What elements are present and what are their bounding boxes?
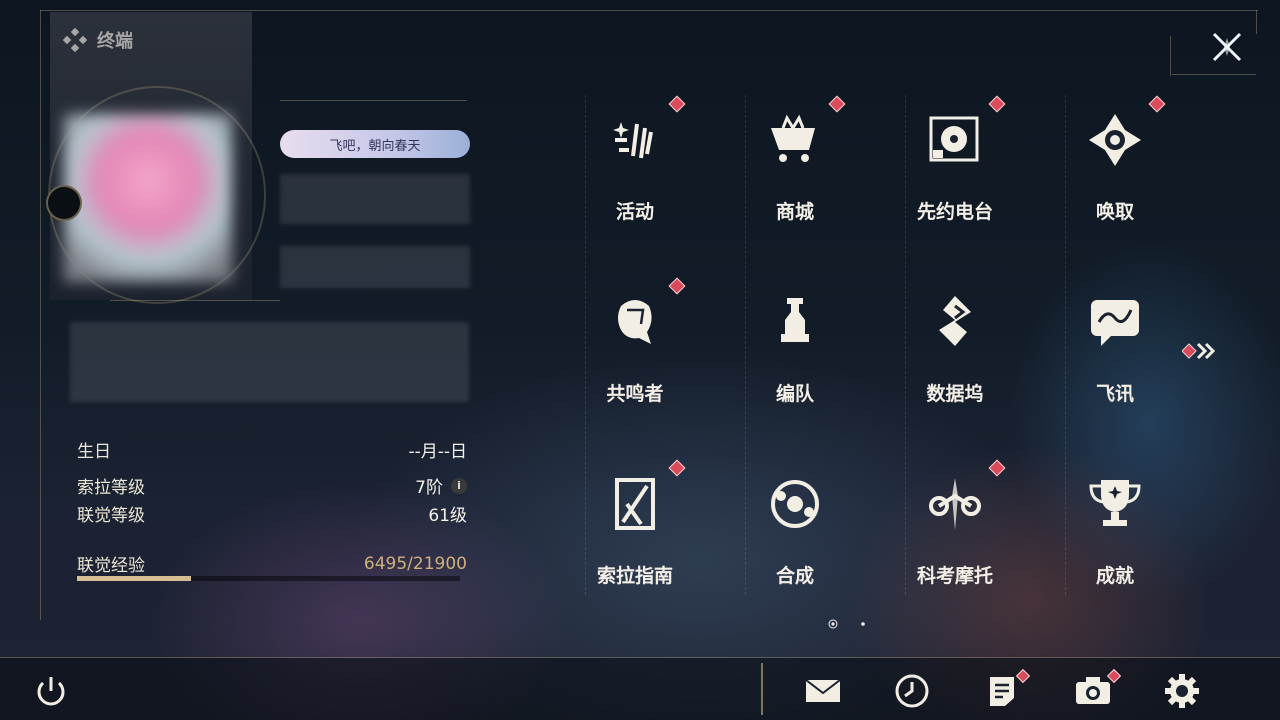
clock-icon <box>895 674 929 708</box>
menu-item-activity[interactable]: 活动 <box>555 94 715 254</box>
menu-item-label: 唤取 <box>1095 201 1134 223</box>
clock-button[interactable] <box>893 672 931 710</box>
notification-badge <box>668 95 686 113</box>
mail-icon <box>805 679 841 702</box>
menu-item-message[interactable]: 飞讯 <box>1035 276 1195 436</box>
uid-blurred <box>280 246 470 288</box>
power-button[interactable] <box>32 672 70 710</box>
menu-item-label: 成就 <box>1095 565 1134 587</box>
menu-item-motorbike[interactable]: 科考摩托 <box>875 458 1035 618</box>
avatar[interactable] <box>64 114 232 282</box>
activity-icon <box>613 122 653 159</box>
guidebook-icon <box>615 478 655 530</box>
menu-item-label: 飞讯 <box>1095 383 1134 405</box>
menu-item-convene[interactable]: 唤取 <box>1035 94 1195 254</box>
trophy-icon <box>1089 480 1141 526</box>
exp-label: 联觉经验 <box>77 556 145 576</box>
exp-value: 6495/21900 <box>363 553 467 574</box>
stat-value: 61级 <box>428 506 467 526</box>
stat-label: 生日 <box>77 442 111 462</box>
menu-item-guidebook[interactable]: 索拉指南 <box>555 458 715 618</box>
notification-badge <box>988 459 1006 477</box>
motorbike-icon <box>929 478 981 530</box>
menu-item-synthesis[interactable]: 合成 <box>715 458 875 618</box>
stat-sol-rank: 索拉等级 7阶 i <box>77 473 467 498</box>
next-page-button[interactable] <box>1181 340 1222 362</box>
notification-badge <box>668 459 686 477</box>
settings-button[interactable] <box>1163 672 1201 710</box>
menu-item-label: 数据坞 <box>926 383 984 405</box>
menu-item-label: 先约电台 <box>916 201 993 223</box>
notification-badge <box>988 95 1006 113</box>
menu-item-label: 合成 <box>775 565 814 587</box>
close-x-icon <box>1212 32 1242 62</box>
notes-button[interactable] <box>983 668 1031 710</box>
power-icon <box>37 677 65 706</box>
stat-union-level: 联觉等级 61级 <box>77 501 467 526</box>
menu-item-label: 索拉指南 <box>596 565 673 587</box>
stat-value: 7阶 <box>415 478 443 498</box>
signature-blurred[interactable] <box>70 322 469 402</box>
page-indicator-1[interactable] <box>828 614 838 633</box>
settings-gear-icon <box>1165 674 1199 708</box>
exp-progress-fill <box>77 576 191 581</box>
mail-button[interactable] <box>803 672 841 710</box>
exp-progress-bar <box>77 576 460 581</box>
team-chess-icon <box>781 298 809 342</box>
notes-icon <box>990 677 1014 706</box>
menu-item-radio[interactable]: 先约电台 <box>875 94 1035 254</box>
message-icon <box>1091 300 1139 346</box>
stat-label: 索拉等级 <box>77 478 145 498</box>
avatar-edit-knob[interactable] <box>46 185 82 221</box>
camera-button[interactable] <box>1073 668 1122 710</box>
menu-item-data-bank[interactable]: 数据坞 <box>875 276 1035 436</box>
convene-icon <box>1089 114 1141 166</box>
menu-item-label: 商城 <box>775 201 814 223</box>
title-badge[interactable]: 飞吧，朝向春天 <box>280 130 470 158</box>
page-indicator-2[interactable] <box>858 614 868 633</box>
stat-birthday: 生日 --月--日 <box>77 437 467 462</box>
menu-item-label: 科考摩托 <box>916 565 993 587</box>
bottom-divider <box>761 663 763 715</box>
menu-item-trophy[interactable]: 成就 <box>1035 458 1195 618</box>
notification-badge <box>1148 95 1166 113</box>
menu-item-resonator[interactable]: 共鸣者 <box>555 276 715 436</box>
menu-item-label: 活动 <box>615 201 654 223</box>
stat-union-exp: 联觉经验 6495/21900 <box>77 551 467 577</box>
nickname-blurred <box>280 174 470 224</box>
data-bank-icon <box>939 296 971 346</box>
stat-value: --月--日 <box>408 442 467 462</box>
synthesis-icon <box>771 480 819 528</box>
notification-badge <box>828 95 846 113</box>
shop-icon <box>771 114 815 162</box>
camera-icon <box>1076 677 1110 704</box>
resonator-icon <box>618 300 652 344</box>
stat-label: 联觉等级 <box>77 506 145 526</box>
close-button[interactable] <box>1200 20 1254 74</box>
menu-item-shop[interactable]: 商城 <box>715 94 875 254</box>
menu-item-label: 共鸣者 <box>606 383 664 405</box>
notification-badge <box>668 277 686 295</box>
radio-icon <box>929 116 979 162</box>
menu-item-label: 编队 <box>775 383 814 405</box>
double-chevron-right-icon <box>1181 342 1216 360</box>
info-icon[interactable]: i <box>451 477 467 494</box>
menu-item-team-chess[interactable]: 编队 <box>715 276 875 436</box>
